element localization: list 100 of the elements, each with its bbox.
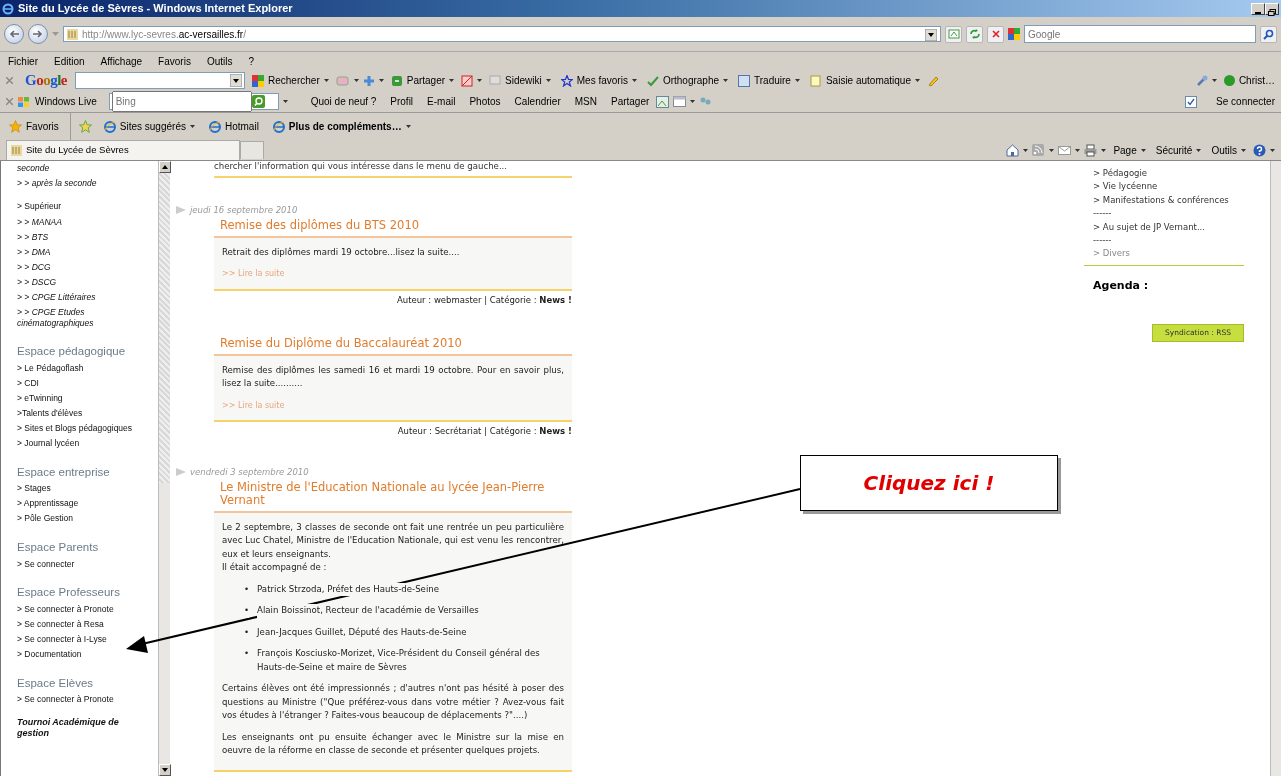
caret-icon[interactable]: [477, 79, 483, 82]
caret-icon[interactable]: [1140, 148, 1146, 152]
caret-icon[interactable]: [323, 79, 329, 82]
sidebar-link[interactable]: Tournoi Académique de gestion: [17, 714, 140, 741]
caret-icon[interactable]: [449, 79, 455, 82]
toolbar-button[interactable]: Mes favoris: [557, 73, 640, 88]
caret-icon[interactable]: [1075, 148, 1081, 152]
menu-item[interactable]: Favoris: [158, 53, 191, 69]
toolbar-button[interactable]: Orthographe: [643, 73, 732, 88]
caret-icon[interactable]: [723, 79, 729, 82]
forward-button[interactable]: [28, 24, 48, 44]
caret-icon[interactable]: [794, 79, 800, 82]
caret-icon[interactable]: [353, 79, 359, 82]
sidebar-link[interactable]: > Se connecter à I-Lyse: [17, 631, 140, 647]
caret-icon[interactable]: [405, 125, 411, 128]
sidebar-link[interactable]: seconde: [17, 161, 140, 177]
sidebar-link[interactable]: > > après la seconde: [17, 176, 140, 192]
category-link[interactable]: > Pédagogie: [1084, 167, 1157, 181]
caret-icon[interactable]: [282, 100, 288, 103]
scroll-up-button[interactable]: [159, 161, 171, 173]
menu-item[interactable]: Outils: [206, 53, 233, 69]
caret-icon[interactable]: [1196, 148, 1202, 152]
minimize-button[interactable]: [1251, 2, 1265, 15]
sidebar-link[interactable]: > eTwinning: [17, 390, 140, 406]
stop-button[interactable]: [987, 25, 1004, 43]
sidebar-link[interactable]: > > DSCG: [17, 274, 140, 290]
dropdown-arrow-icon[interactable]: [230, 74, 242, 87]
sign-in-button[interactable]: Se connecter: [1213, 94, 1275, 109]
account-button[interactable]: Christ…: [1220, 73, 1275, 88]
command-button[interactable]: Page: [1110, 142, 1149, 158]
caret-icon[interactable]: [1241, 148, 1246, 152]
sidebar-link[interactable]: > > MANAA: [17, 214, 140, 230]
toolbar-button[interactable]: Sidewiki: [486, 73, 554, 88]
bing-search-field[interactable]: Bing: [108, 93, 279, 110]
printer-icon[interactable]: [1084, 143, 1098, 157]
sidebar-link[interactable]: > Stages: [17, 481, 140, 497]
category-link[interactable]: > Au sujet de JP Vernant...: [1084, 220, 1214, 235]
caret-icon[interactable]: [545, 79, 551, 82]
favorites-link[interactable]: Sites suggérés: [100, 119, 198, 134]
sidebar-link[interactable]: > Se connecter à Pronote: [17, 601, 140, 617]
toolbar-link[interactable]: E-mail: [424, 94, 459, 109]
menu-item[interactable]: Edition: [54, 53, 85, 69]
menu-item[interactable]: Fichier: [8, 53, 38, 69]
toolbar-link[interactable]: Calendrier: [511, 94, 564, 109]
sidebar-link[interactable]: > Sites et Blogs pédagogiques: [17, 420, 140, 436]
sidebar-link[interactable]: > > BTS: [17, 229, 140, 245]
menu-item[interactable]: ?: [248, 53, 255, 69]
sidebar-link[interactable]: > Se connecter à Resa: [17, 616, 140, 632]
sidebar-link[interactable]: > Documentation: [17, 646, 140, 662]
favorites-link[interactable]: Hotmail: [205, 119, 262, 134]
google-search-field[interactable]: [75, 72, 245, 89]
caret-icon[interactable]: [1101, 148, 1107, 152]
sidebar-link[interactable]: > Journal lycéen: [17, 435, 140, 451]
sidebar-link[interactable]: > Supérieur: [17, 199, 140, 215]
category-link[interactable]: > Vie lycéenne: [1084, 180, 1167, 194]
search-button[interactable]: [1260, 25, 1277, 43]
sidebar-link[interactable]: > Se connecter: [17, 556, 140, 572]
caret-icon[interactable]: [631, 79, 637, 82]
favorites-button[interactable]: Favoris: [6, 119, 62, 134]
browser-tab[interactable]: Site du Lycée de Sèvres: [6, 140, 240, 160]
blocked-popup-icon[interactable]: [461, 74, 474, 87]
favorites-link[interactable]: Plus de compléments…: [269, 119, 414, 134]
help-icon[interactable]: [1253, 143, 1266, 157]
toolbar-link[interactable]: MSN: [571, 94, 600, 109]
search-field[interactable]: Google: [1024, 25, 1256, 43]
back-button[interactable]: [4, 24, 24, 44]
command-button[interactable]: Sécurité: [1152, 142, 1205, 158]
toolbar-button[interactable]: Partager: [387, 73, 458, 88]
sidebar-link[interactable]: >Talents d'élèves: [17, 405, 140, 421]
checkbox-icon[interactable]: [1185, 95, 1198, 108]
caret-icon[interactable]: [690, 100, 696, 103]
caret-icon[interactable]: [189, 125, 195, 128]
picture-icon[interactable]: [656, 95, 670, 108]
command-button[interactable]: Outils: [1208, 142, 1249, 158]
caret-icon[interactable]: [378, 79, 384, 82]
dropdown-arrow-icon[interactable]: [925, 28, 937, 41]
toolbar-button[interactable]: Rechercher: [249, 73, 332, 88]
sidebar-link[interactable]: > > CPGE Littéraires: [17, 289, 140, 305]
home-icon[interactable]: [1006, 143, 1020, 157]
sidebar-link[interactable]: > > DMA: [17, 244, 140, 260]
toolbar-button[interactable]: Saisie automatique: [806, 73, 923, 88]
toolbar-button[interactable]: Traduire: [735, 73, 803, 88]
caret-icon[interactable]: [1270, 148, 1275, 152]
sidebar-link[interactable]: > Apprentissage: [17, 496, 140, 512]
caret-icon[interactable]: [915, 79, 920, 82]
caret-icon[interactable]: [1049, 148, 1055, 152]
menu-item[interactable]: Affichage: [100, 53, 143, 69]
toolbar-link[interactable]: Partager: [607, 94, 653, 109]
sidebar-link[interactable]: > CDI: [17, 375, 140, 391]
caret-icon[interactable]: [1211, 79, 1217, 82]
address-field[interactable]: http://www.lyc-sevres.ac-versailles.fr/: [63, 26, 941, 42]
caret-icon[interactable]: [1023, 148, 1029, 152]
scroll-down-button[interactable]: [159, 764, 171, 776]
toolbar-link[interactable]: Profil: [387, 94, 417, 109]
sidebar-link[interactable]: > Le Pédagoflash: [17, 360, 140, 376]
refresh-button[interactable]: [966, 25, 983, 43]
toolbar-link[interactable]: Quoi de neuf ?: [307, 94, 380, 109]
toolbar-link[interactable]: Photos: [466, 94, 504, 109]
sidebar-link[interactable]: > > CPGE Etudes cinématographiques: [17, 304, 140, 331]
sidebar-link[interactable]: > Pôle Gestion: [17, 511, 140, 527]
